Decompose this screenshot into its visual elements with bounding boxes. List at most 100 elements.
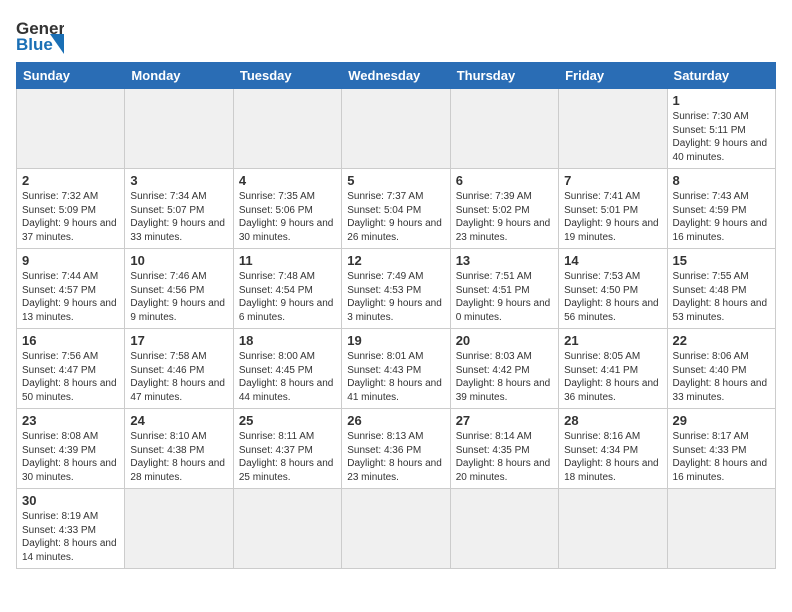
day-number: 1	[673, 93, 770, 108]
day-number: 25	[239, 413, 336, 428]
svg-text:Blue: Blue	[16, 35, 53, 54]
calendar-day-cell: 28Sunrise: 8:16 AM Sunset: 4:34 PM Dayli…	[559, 409, 667, 489]
calendar-table: SundayMondayTuesdayWednesdayThursdayFrid…	[16, 62, 776, 569]
day-number: 23	[22, 413, 119, 428]
calendar-day-cell	[17, 89, 125, 169]
day-info: Sunrise: 8:13 AM Sunset: 4:36 PM Dayligh…	[347, 430, 444, 484]
day-number: 5	[347, 173, 444, 188]
day-info: Sunrise: 7:58 AM Sunset: 4:46 PM Dayligh…	[130, 350, 227, 404]
calendar-day-cell	[125, 489, 233, 569]
calendar-day-cell: 11Sunrise: 7:48 AM Sunset: 4:54 PM Dayli…	[233, 249, 341, 329]
day-number: 4	[239, 173, 336, 188]
calendar-day-cell: 15Sunrise: 7:55 AM Sunset: 4:48 PM Dayli…	[667, 249, 775, 329]
day-number: 20	[456, 333, 553, 348]
calendar-day-cell	[342, 89, 450, 169]
day-info: Sunrise: 7:30 AM Sunset: 5:11 PM Dayligh…	[673, 110, 770, 164]
calendar-day-cell	[559, 489, 667, 569]
weekday-header-cell: Sunday	[17, 63, 125, 89]
calendar-day-cell: 20 Sunrise: 8:03 AM Sunset: 4:42 PM Dayli…	[450, 329, 558, 409]
logo: General Blue	[16, 16, 64, 54]
calendar-day-cell	[233, 489, 341, 569]
day-info: Sunrise: 8:01 AM Sunset: 4:43 PM Dayligh…	[347, 350, 444, 404]
day-number: 24	[130, 413, 227, 428]
day-info: Sunrise: 7:34 AM Sunset: 5:07 PM Dayligh…	[130, 190, 227, 244]
calendar-day-cell: 9Sunrise: 7:44 AM Sunset: 4:57 PM Daylig…	[17, 249, 125, 329]
day-number: 3	[130, 173, 227, 188]
calendar-day-cell: 29Sunrise: 8:17 AM Sunset: 4:33 PM Dayli…	[667, 409, 775, 489]
day-info: Sunrise: 8:03 AM Sunset: 4:42 PM Dayligh…	[456, 350, 553, 404]
calendar-week-row: 2Sunrise: 7:32 AM Sunset: 5:09 PM Daylig…	[17, 169, 776, 249]
calendar-day-cell	[667, 489, 775, 569]
calendar-day-cell: 18 Sunrise: 8:00 AM Sunset: 4:45 PM Dayli…	[233, 329, 341, 409]
day-number: 21	[564, 333, 661, 348]
day-number: 18	[239, 333, 336, 348]
calendar-day-cell: 21 Sunrise: 8:05 AM Sunset: 4:41 PM Dayli…	[559, 329, 667, 409]
day-info: Sunrise: 7:46 AM Sunset: 4:56 PM Dayligh…	[130, 270, 227, 324]
calendar-day-cell: 30Sunrise: 8:19 AM Sunset: 4:33 PM Dayli…	[17, 489, 125, 569]
day-number: 11	[239, 253, 336, 268]
calendar-day-cell: 14Sunrise: 7:53 AM Sunset: 4:50 PM Dayli…	[559, 249, 667, 329]
calendar-day-cell	[125, 89, 233, 169]
weekday-header-cell: Saturday	[667, 63, 775, 89]
weekday-header-cell: Wednesday	[342, 63, 450, 89]
calendar-day-cell: 13 Sunrise: 7:51 AM Sunset: 4:51 PM Dayli…	[450, 249, 558, 329]
day-info: Sunrise: 7:35 AM Sunset: 5:06 PM Dayligh…	[239, 190, 336, 244]
day-info: Sunrise: 7:53 AM Sunset: 4:50 PM Dayligh…	[564, 270, 661, 324]
calendar-day-cell: 19 Sunrise: 8:01 AM Sunset: 4:43 PM Dayli…	[342, 329, 450, 409]
calendar-week-row: 16 Sunrise: 7:56 AM Sunset: 4:47 PM Dayli…	[17, 329, 776, 409]
calendar-week-row: 9Sunrise: 7:44 AM Sunset: 4:57 PM Daylig…	[17, 249, 776, 329]
calendar-day-cell: 6 Sunrise: 7:39 AM Sunset: 5:02 PM Daylig…	[450, 169, 558, 249]
calendar-day-cell: 4 Sunrise: 7:35 AM Sunset: 5:06 PM Daylig…	[233, 169, 341, 249]
calendar-day-cell: 17 Sunrise: 7:58 AM Sunset: 4:46 PM Dayli…	[125, 329, 233, 409]
day-info: Sunrise: 7:44 AM Sunset: 4:57 PM Dayligh…	[22, 270, 119, 324]
day-info: Sunrise: 8:06 AM Sunset: 4:40 PM Dayligh…	[673, 350, 770, 404]
day-number: 19	[347, 333, 444, 348]
calendar-body: 1 Sunrise: 7:30 AM Sunset: 5:11 PM Daylig…	[17, 89, 776, 569]
day-info: Sunrise: 8:00 AM Sunset: 4:45 PM Dayligh…	[239, 350, 336, 404]
day-number: 7	[564, 173, 661, 188]
day-info: Sunrise: 8:16 AM Sunset: 4:34 PM Dayligh…	[564, 430, 661, 484]
day-number: 6	[456, 173, 553, 188]
calendar-day-cell: 24Sunrise: 8:10 AM Sunset: 4:38 PM Dayli…	[125, 409, 233, 489]
calendar-day-cell: 27Sunrise: 8:14 AM Sunset: 4:35 PM Dayli…	[450, 409, 558, 489]
day-number: 17	[130, 333, 227, 348]
day-number: 2	[22, 173, 119, 188]
day-info: Sunrise: 7:37 AM Sunset: 5:04 PM Dayligh…	[347, 190, 444, 244]
day-number: 29	[673, 413, 770, 428]
day-info: Sunrise: 7:49 AM Sunset: 4:53 PM Dayligh…	[347, 270, 444, 324]
weekday-header-cell: Tuesday	[233, 63, 341, 89]
day-info: Sunrise: 8:14 AM Sunset: 4:35 PM Dayligh…	[456, 430, 553, 484]
calendar-day-cell: 25Sunrise: 8:11 AM Sunset: 4:37 PM Dayli…	[233, 409, 341, 489]
calendar-day-cell: 23 Sunrise: 8:08 AM Sunset: 4:39 PM Dayli…	[17, 409, 125, 489]
weekday-header-row: SundayMondayTuesdayWednesdayThursdayFrid…	[17, 63, 776, 89]
calendar-day-cell: 10 Sunrise: 7:46 AM Sunset: 4:56 PM Dayli…	[125, 249, 233, 329]
day-number: 22	[673, 333, 770, 348]
weekday-header-cell: Friday	[559, 63, 667, 89]
calendar-week-row: 23 Sunrise: 8:08 AM Sunset: 4:39 PM Dayli…	[17, 409, 776, 489]
calendar-day-cell	[450, 89, 558, 169]
day-number: 16	[22, 333, 119, 348]
weekday-header-cell: Monday	[125, 63, 233, 89]
weekday-header-cell: Thursday	[450, 63, 558, 89]
calendar-day-cell: 22 Sunrise: 8:06 AM Sunset: 4:40 PM Dayli…	[667, 329, 775, 409]
calendar-day-cell: 5 Sunrise: 7:37 AM Sunset: 5:04 PM Daylig…	[342, 169, 450, 249]
calendar-day-cell	[450, 489, 558, 569]
day-info: Sunrise: 7:39 AM Sunset: 5:02 PM Dayligh…	[456, 190, 553, 244]
day-info: Sunrise: 7:56 AM Sunset: 4:47 PM Dayligh…	[22, 350, 119, 404]
calendar-day-cell: 2Sunrise: 7:32 AM Sunset: 5:09 PM Daylig…	[17, 169, 125, 249]
day-number: 26	[347, 413, 444, 428]
day-info: Sunrise: 8:05 AM Sunset: 4:41 PM Dayligh…	[564, 350, 661, 404]
calendar-day-cell: 7 Sunrise: 7:41 AM Sunset: 5:01 PM Daylig…	[559, 169, 667, 249]
calendar-day-cell: 8Sunrise: 7:43 AM Sunset: 4:59 PM Daylig…	[667, 169, 775, 249]
day-number: 10	[130, 253, 227, 268]
day-info: Sunrise: 8:19 AM Sunset: 4:33 PM Dayligh…	[22, 510, 119, 564]
calendar-week-row: 30Sunrise: 8:19 AM Sunset: 4:33 PM Dayli…	[17, 489, 776, 569]
calendar-day-cell: 16 Sunrise: 7:56 AM Sunset: 4:47 PM Dayli…	[17, 329, 125, 409]
calendar-day-cell: 1 Sunrise: 7:30 AM Sunset: 5:11 PM Daylig…	[667, 89, 775, 169]
calendar-day-cell: 12Sunrise: 7:49 AM Sunset: 4:53 PM Dayli…	[342, 249, 450, 329]
day-info: Sunrise: 7:51 AM Sunset: 4:51 PM Dayligh…	[456, 270, 553, 324]
day-info: Sunrise: 8:08 AM Sunset: 4:39 PM Dayligh…	[22, 430, 119, 484]
day-info: Sunrise: 7:43 AM Sunset: 4:59 PM Dayligh…	[673, 190, 770, 244]
day-number: 13	[456, 253, 553, 268]
day-info: Sunrise: 7:41 AM Sunset: 5:01 PM Dayligh…	[564, 190, 661, 244]
